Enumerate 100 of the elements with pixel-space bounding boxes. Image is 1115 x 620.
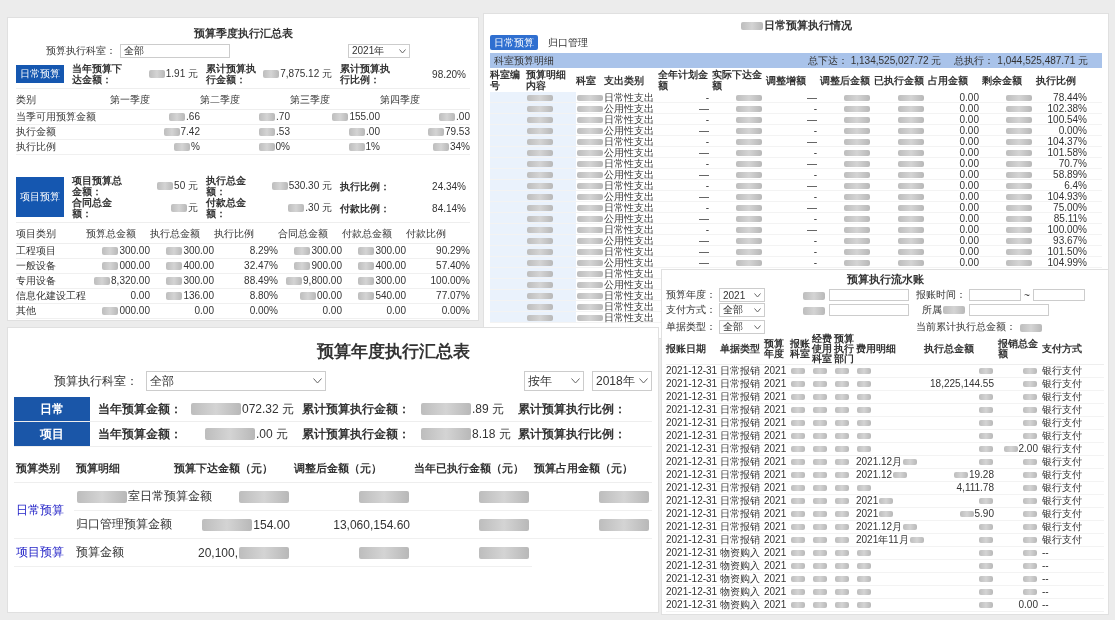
cell-value: 19.28 (968, 469, 994, 480)
blurred-value (898, 194, 924, 201)
category-tab[interactable]: 项目 (14, 422, 90, 446)
blurred-value (577, 139, 603, 146)
tab[interactable]: 归口管理 (544, 35, 592, 50)
value-text: 0.00 (959, 202, 979, 213)
input-field[interactable] (969, 304, 1049, 316)
value-text: 0.00 (959, 158, 979, 169)
value-text: 公用性支出 (604, 279, 654, 290)
report-title: 日常预算执行情况 (764, 19, 852, 31)
blurred-value (1023, 511, 1037, 518)
column-header: 单据类型 (720, 343, 761, 354)
value-text: 300.00 (375, 245, 406, 256)
blurred-value (803, 306, 825, 315)
blurred-value (844, 128, 870, 135)
value-text: 0.00 (959, 136, 979, 147)
category-tab[interactable]: 日常 (14, 397, 90, 421)
category-link[interactable]: 项目预算 (16, 545, 64, 559)
blurred-value (979, 446, 993, 453)
value-text: .00 元 (256, 426, 288, 441)
value-text: 0.00 (322, 305, 342, 316)
cell-value: -- (1042, 547, 1049, 558)
blurred-value (835, 511, 849, 518)
blurred-value (791, 459, 805, 466)
filter-dropdown[interactable]: 2021 (719, 288, 765, 302)
daily-budget-button[interactable]: 日常预算 (16, 65, 64, 83)
blurred-value (857, 368, 871, 375)
value-text: - (813, 147, 817, 158)
blurred-value (1006, 227, 1032, 234)
summary-label: 累计预算执行金额： (302, 425, 411, 443)
row-label: 专用设备 (16, 274, 57, 288)
blurred-value (844, 216, 870, 223)
period-dropdown[interactable]: 按年 (524, 371, 584, 391)
period-dropdown[interactable]: 2018年 (592, 371, 652, 391)
value-text: 100.54% (1047, 114, 1087, 125)
value-text: — (699, 191, 709, 202)
project-budget-button[interactable]: 项目预算 (16, 177, 64, 217)
input-field[interactable] (829, 304, 909, 316)
tab[interactable]: 日常预算 (490, 35, 538, 50)
report-title: 预算年度执行汇总表 (315, 341, 471, 363)
row-label: 其他 (16, 304, 37, 318)
value-text: 日常性支出 (604, 136, 654, 147)
value-text: 0.00 (130, 290, 150, 301)
blurred-value (898, 106, 924, 113)
value-text: 93.67% (1053, 235, 1087, 246)
value-text: .53 (276, 126, 290, 137)
column-header: 实际下达金额 (712, 69, 763, 91)
cell-value: 2021 (764, 560, 787, 571)
value-text: 101.58% (1047, 147, 1087, 158)
blurred-value (898, 117, 924, 124)
filter-dropdown[interactable]: 全部 (719, 303, 765, 317)
value-text: - (705, 114, 709, 125)
value-text: 84.14% (432, 202, 466, 214)
blurred-value (166, 247, 183, 256)
cell-value: 2021 (764, 508, 787, 519)
cell-value: 日常报销 (720, 482, 760, 493)
blurred-value (1023, 394, 1037, 401)
summary-label: 累计预算执行比例： (518, 425, 627, 443)
summary-label: 累计预算执行金额： (302, 400, 411, 418)
department-dropdown[interactable]: 全部 (146, 371, 326, 391)
blurred-value (835, 420, 849, 427)
value-text: .66 (186, 111, 200, 122)
cell-value: 2021 (764, 599, 787, 610)
blurred-value (527, 238, 553, 245)
date-field[interactable] (969, 289, 1021, 301)
column-header: 费用明细 (856, 343, 897, 354)
value-text: 78.44% (1053, 92, 1087, 103)
value-text: 32.47% (244, 260, 278, 271)
total-label: 总下达： (807, 53, 848, 68)
blurred-value (577, 172, 603, 179)
blurred-value (1023, 420, 1037, 427)
blurred-value (439, 113, 456, 122)
column-header: 预算明细 (74, 455, 172, 483)
filter-dropdown[interactable]: 全部 (719, 320, 765, 334)
cell-value: 2021 (856, 508, 879, 519)
department-field[interactable]: 全部 (120, 44, 230, 58)
date-field[interactable] (1032, 289, 1085, 301)
value-text: 90.29% (436, 245, 470, 256)
summary-label: 付款比例： (339, 202, 391, 214)
column-header: 科室编号 (490, 69, 521, 91)
value-text: 0.00 (959, 92, 979, 103)
summary-label: 当年预算金额： (98, 400, 183, 418)
cell-value: 2021.12月 (856, 456, 903, 467)
category-link[interactable]: 日常预算 (16, 503, 64, 517)
year-dropdown[interactable]: 2021年 (348, 44, 410, 58)
cell-value: 2021 (764, 534, 787, 545)
input-field[interactable] (829, 289, 909, 301)
blurred-value (736, 139, 762, 146)
blurred-value (1023, 407, 1037, 414)
blurred-value (1006, 205, 1032, 212)
blurred-value (527, 205, 553, 212)
bar-label: 科室预算明细 (494, 53, 554, 68)
value-text: 0.00 (959, 246, 979, 257)
cell-value: 2021-12-31 (666, 430, 718, 441)
value-text: 0.00 (194, 305, 214, 316)
blurred-value (979, 602, 993, 609)
cell-value: 日常报销 (720, 469, 760, 480)
cell-value: 物资购入 (720, 573, 760, 584)
summary-label: 当年预算金额： (98, 425, 183, 443)
blurred-value (239, 491, 289, 504)
